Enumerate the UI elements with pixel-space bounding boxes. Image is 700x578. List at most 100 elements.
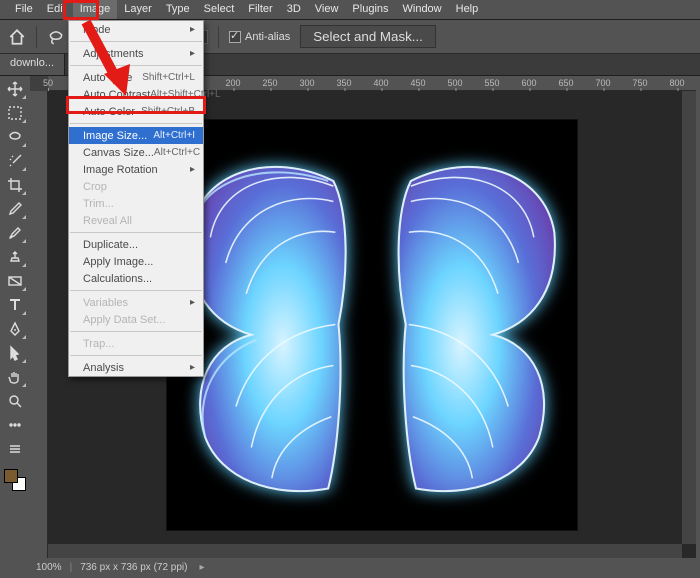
menu-separator	[70, 41, 202, 42]
ruler-tick: 250	[262, 78, 277, 88]
checkbox-icon	[229, 31, 241, 43]
ruler-tick: 300	[299, 78, 314, 88]
marquee-tool[interactable]	[3, 102, 27, 124]
path-select-tool[interactable]	[3, 342, 27, 364]
pen-tool[interactable]	[3, 318, 27, 340]
document-dimensions: 736 px x 736 px (72 ppi)	[80, 562, 187, 573]
status-bar: 100% | 736 px x 736 px (72 ppi) ▸	[30, 558, 696, 576]
divider	[218, 26, 219, 48]
lasso-tool[interactable]	[3, 126, 27, 148]
more-tools[interactable]	[3, 414, 27, 436]
zoom-level[interactable]: 100%	[36, 562, 62, 573]
menu-item-apply-data-set: Apply Data Set...	[69, 311, 203, 328]
ruler-tick: 350	[336, 78, 351, 88]
menu-item-label: Auto Color	[83, 106, 135, 118]
ruler-tick: 400	[373, 78, 388, 88]
menu-item-duplicate[interactable]: Duplicate...	[69, 236, 203, 253]
crop-tool[interactable]	[3, 174, 27, 196]
menu-3d[interactable]: 3D	[280, 0, 308, 19]
anti-alias-checkbox[interactable]: Anti-alias	[229, 31, 290, 43]
menu-separator	[70, 232, 202, 233]
move-tool[interactable]	[3, 78, 27, 100]
menu-item-apply-image[interactable]: Apply Image...	[69, 253, 203, 270]
clone-stamp-tool[interactable]	[3, 246, 27, 268]
foreground-color[interactable]	[4, 469, 18, 483]
status-flyout-icon[interactable]: ▸	[199, 562, 204, 573]
gradient-tool[interactable]	[3, 270, 27, 292]
menu-bar: FileEditImageLayerTypeSelectFilter3DView…	[0, 0, 700, 20]
menu-item-label: Auto Tone	[83, 72, 132, 84]
select-and-mask-button[interactable]: Select and Mask...	[300, 25, 436, 48]
eyedropper-tool[interactable]	[3, 198, 27, 220]
menu-item-trap: Trap...	[69, 335, 203, 352]
menu-item-shortcut: Alt+Shift+Ctrl+L	[150, 89, 220, 100]
menu-separator	[70, 65, 202, 66]
ruler-tick: 450	[410, 78, 425, 88]
ruler-tick: 750	[632, 78, 647, 88]
ruler-tick: 800	[669, 78, 684, 88]
color-swatches[interactable]	[3, 468, 27, 492]
menu-item-label: Image Rotation	[83, 164, 158, 176]
divider	[36, 26, 37, 48]
ruler-tick: 550	[484, 78, 499, 88]
menu-item-shortcut: Alt+Ctrl+I	[153, 130, 195, 141]
menu-item-shortcut: Alt+Ctrl+C	[154, 147, 200, 158]
menu-item-calculations[interactable]: Calculations...	[69, 270, 203, 287]
menu-view[interactable]: View	[308, 0, 346, 19]
ruler-tick: 50	[43, 78, 53, 88]
menu-item-trim: Trim...	[69, 195, 203, 212]
menu-type[interactable]: Type	[159, 0, 197, 19]
home-icon[interactable]	[8, 28, 26, 46]
menu-file[interactable]: File	[8, 0, 40, 19]
menu-filter[interactable]: Filter	[241, 0, 279, 19]
menu-item-shortcut: Shift+Ctrl+L	[142, 72, 195, 83]
ruler-vertical[interactable]	[30, 91, 48, 558]
menu-item-adjustments[interactable]: Adjustments	[69, 45, 203, 62]
hand-tool[interactable]	[3, 366, 27, 388]
menu-item-auto-tone[interactable]: Auto Tone Shift+Ctrl+L	[69, 69, 203, 86]
menu-item-variables: Variables	[69, 294, 203, 311]
menu-item-mode[interactable]: Mode	[69, 21, 203, 38]
ruler-tick: 600	[521, 78, 536, 88]
menu-window[interactable]: Window	[396, 0, 449, 19]
menu-separator	[70, 331, 202, 332]
menu-item-image-size[interactable]: Image Size...Alt+Ctrl+I	[69, 127, 203, 144]
divider: |	[70, 562, 73, 573]
menu-item-image-rotation[interactable]: Image Rotation	[69, 161, 203, 178]
menu-plugins[interactable]: Plugins	[345, 0, 395, 19]
magic-wand-tool[interactable]	[3, 150, 27, 172]
lasso-tool-icon[interactable]	[47, 28, 65, 46]
menu-item-label: Auto Contrast	[83, 89, 150, 101]
menu-image[interactable]: Image	[73, 0, 118, 19]
type-tool[interactable]	[3, 294, 27, 316]
menu-item-reveal-all: Reveal All	[69, 212, 203, 229]
ruler-tick: 500	[447, 78, 462, 88]
anti-alias-label: Anti-alias	[245, 31, 290, 43]
menu-item-auto-contrast[interactable]: Auto ContrastAlt+Shift+Ctrl+L	[69, 86, 203, 103]
menu-item-label: Adjustments	[83, 48, 144, 60]
menu-item-label: Duplicate...	[83, 239, 138, 251]
canvas[interactable]	[167, 120, 577, 530]
document-tab[interactable]: downlo...	[0, 54, 65, 75]
menu-layer[interactable]: Layer	[117, 0, 159, 19]
menu-select[interactable]: Select	[197, 0, 242, 19]
edit-toolbar[interactable]	[3, 438, 27, 460]
menu-help[interactable]: Help	[449, 0, 486, 19]
zoom-tool[interactable]	[3, 390, 27, 412]
menu-item-crop: Crop	[69, 178, 203, 195]
ruler-tick: 200	[225, 78, 240, 88]
menu-item-canvas-size[interactable]: Canvas Size...Alt+Ctrl+C	[69, 144, 203, 161]
menu-separator	[70, 123, 202, 124]
scrollbar-horizontal[interactable]	[48, 544, 682, 558]
document-tab-title: downlo...	[10, 57, 54, 69]
menu-item-label: Analysis	[83, 362, 124, 374]
menu-item-auto-color[interactable]: Auto ColorShift+Ctrl+B	[69, 103, 203, 120]
scrollbar-vertical[interactable]	[682, 91, 696, 544]
menu-item-label: Canvas Size...	[83, 147, 154, 159]
ruler-tick: 700	[595, 78, 610, 88]
menu-edit[interactable]: Edit	[40, 0, 73, 19]
menu-item-label: Apply Data Set...	[83, 314, 166, 326]
brush-tool[interactable]	[3, 222, 27, 244]
image-menu-dropdown: ModeAdjustmentsAuto ToneShift+Ctrl+LAuto…	[68, 20, 204, 377]
menu-item-analysis[interactable]: Analysis	[69, 359, 203, 376]
